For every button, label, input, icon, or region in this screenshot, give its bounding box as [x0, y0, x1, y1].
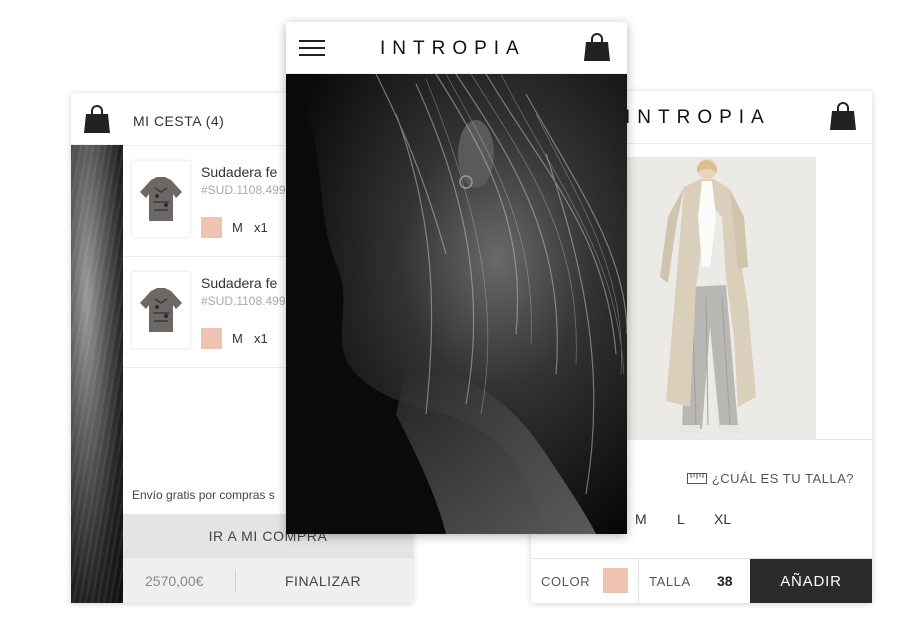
product-thumbnail[interactable] [132, 161, 190, 237]
cart-item-name[interactable]: Sudadera fe [201, 164, 277, 180]
cart-total: 2570,00€ [145, 573, 204, 589]
cart-item-size: M [232, 331, 243, 346]
size-guide-link[interactable]: ¿CUÁL ES TU TALLA? [686, 471, 854, 486]
color-swatch[interactable] [603, 568, 628, 593]
shopping-bag-icon [84, 104, 110, 133]
model-in-trench-coat-image [626, 157, 816, 439]
hero-photo[interactable] [286, 74, 627, 534]
add-to-cart-button[interactable]: AÑADIR [750, 559, 872, 603]
shopping-bag-icon[interactable] [830, 101, 856, 131]
size-label: TALLA [649, 574, 691, 589]
sweatshirt-image [140, 177, 182, 221]
cart-item-ref: #SUD.1108.499 [201, 294, 286, 308]
cart-item-qty[interactable]: x1 [254, 220, 268, 235]
selected-size[interactable]: 38 [717, 573, 733, 589]
cart-bag-button[interactable] [71, 93, 123, 145]
background-photo-strip [71, 93, 123, 603]
cart-item-color-swatch [201, 217, 222, 238]
size-guide-label: ¿CUÁL ES TU TALLA? [711, 471, 854, 486]
product-photo[interactable] [626, 157, 816, 439]
product-footer: COLOR TALLA 38 AÑADIR [531, 558, 872, 603]
header: INTROPIA [286, 22, 627, 74]
brand-logo[interactable]: INTROPIA [380, 38, 526, 60]
home-screen: INTROPIA [286, 22, 627, 534]
cart-footer: 2570,00€ FINALIZAR [123, 557, 413, 603]
showcase-stage: MI CESTA (4) Sudadera fe #SUD.1108.499 M… [0, 0, 910, 640]
finalize-button[interactable]: FINALIZAR [285, 573, 361, 589]
cart-item-color-swatch [201, 328, 222, 349]
sweatshirt-image [140, 288, 182, 332]
color-label: COLOR [541, 574, 591, 589]
hamburger-menu-icon[interactable] [299, 40, 325, 57]
size-option-xl[interactable]: XL [714, 511, 731, 527]
woman-portrait-image [286, 74, 627, 534]
cart-item-qty[interactable]: x1 [254, 331, 268, 346]
shipping-note: Envío gratis por compras s [132, 488, 275, 502]
size-option-l[interactable]: L [677, 511, 685, 527]
divider [638, 559, 639, 603]
cart-title: MI CESTA (4) [133, 113, 225, 129]
cart-item-ref: #SUD.1108.499 [201, 183, 286, 197]
shopping-bag-icon[interactable] [584, 32, 610, 62]
size-option-m[interactable]: M [635, 511, 647, 527]
divider [235, 570, 236, 592]
product-thumbnail[interactable] [132, 272, 190, 348]
cart-item-name[interactable]: Sudadera fe [201, 275, 277, 291]
ruler-icon [686, 473, 707, 484]
cart-item-size: M [232, 220, 243, 235]
brand-logo[interactable]: INTROPIA [625, 107, 771, 129]
